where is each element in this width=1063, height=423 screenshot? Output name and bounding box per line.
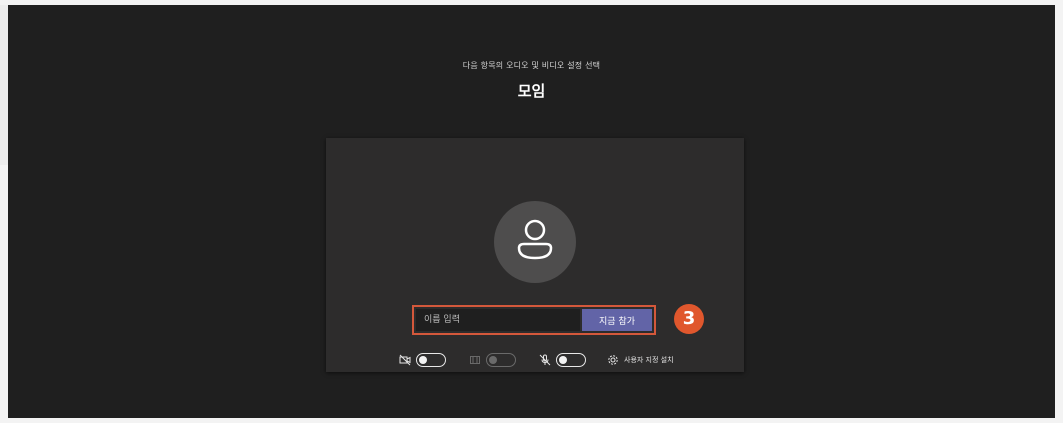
device-controls: 사용자 지정 설치: [394, 350, 694, 370]
join-row: 지금 참가: [412, 305, 656, 335]
prejoin-card: 지금 참가 3: [326, 138, 744, 372]
gear-icon: [608, 355, 618, 365]
step-badge: 3: [674, 304, 704, 334]
left-edge: [0, 5, 8, 165]
background-effects-icon: [470, 356, 480, 364]
microphone-control: [539, 350, 586, 370]
name-input[interactable]: [416, 309, 580, 331]
camera-control: [399, 350, 446, 370]
device-settings-button[interactable]: 사용자 지정 설치: [607, 350, 674, 370]
teams-prejoin-window: 다음 항목의 오디오 및 비디오 설정 선택 모임 지금 참가 3: [8, 5, 1055, 418]
camera-toggle[interactable]: [416, 353, 446, 367]
device-settings-label: 사용자 지정 설치: [624, 356, 674, 364]
mic-off-icon: [539, 354, 551, 366]
meeting-title: 모임: [517, 82, 546, 100]
camera-off-icon: [399, 354, 411, 366]
join-now-button[interactable]: 지금 참가: [582, 309, 652, 331]
person-icon: [517, 219, 553, 260]
avatar: [494, 201, 576, 283]
subtitle: 다음 항목의 오디오 및 비디오 설정 선택: [462, 61, 601, 70]
background-control: [469, 350, 516, 370]
microphone-toggle[interactable]: [556, 353, 586, 367]
background-toggle[interactable]: [486, 353, 516, 367]
